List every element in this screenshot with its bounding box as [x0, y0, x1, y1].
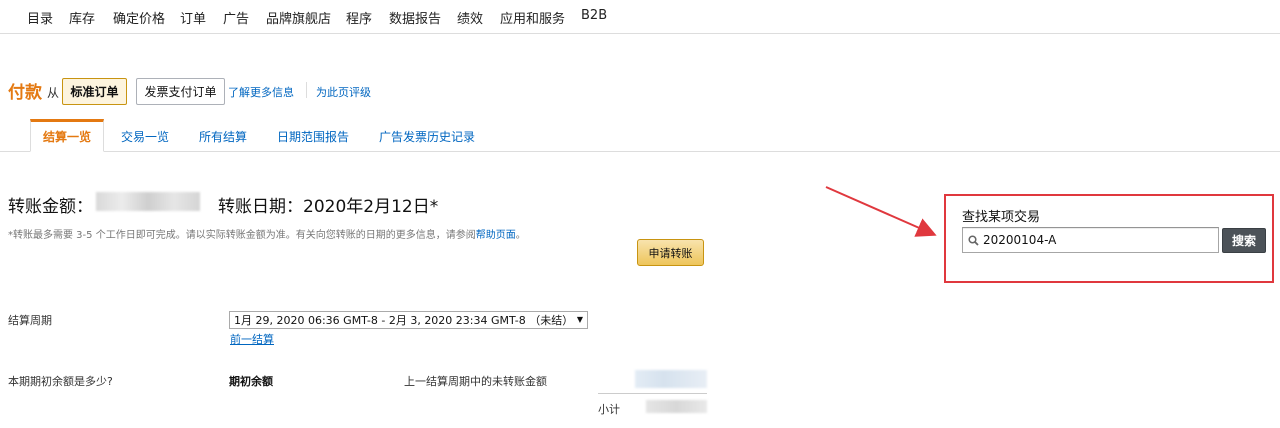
previous-settlement-link[interactable]: 前一结算 [230, 331, 274, 347]
opening-balance-question: 本期期初余额是多少? [8, 375, 113, 388]
chevron-down-icon: ▼ [576, 315, 583, 324]
search-value: 20200104-A [983, 233, 1057, 247]
opening-balance-heading: 期初余额 [229, 375, 273, 388]
subtotal-rule [598, 393, 707, 394]
search-icon [963, 234, 983, 246]
search-label: 查找某项交易 [962, 210, 1041, 225]
redacted-value [635, 370, 707, 388]
transaction-search-input[interactable]: 20200104-A [962, 227, 1219, 253]
period-value: 1月 29, 2020 06:36 GMT-8 - 2月 3, 2020 23:… [234, 314, 574, 327]
subtotal-label: 小计 [598, 403, 620, 416]
settlement-period-label: 结算周期 [8, 314, 52, 327]
redacted-subtotal [646, 400, 707, 413]
search-button[interactable]: 搜索 [1222, 228, 1266, 253]
settlement-period-select[interactable]: 1月 29, 2020 06:36 GMT-8 - 2月 3, 2020 23:… [229, 311, 588, 329]
previous-unpaid-label: 上一结算周期中的未转账金额 [404, 375, 547, 388]
